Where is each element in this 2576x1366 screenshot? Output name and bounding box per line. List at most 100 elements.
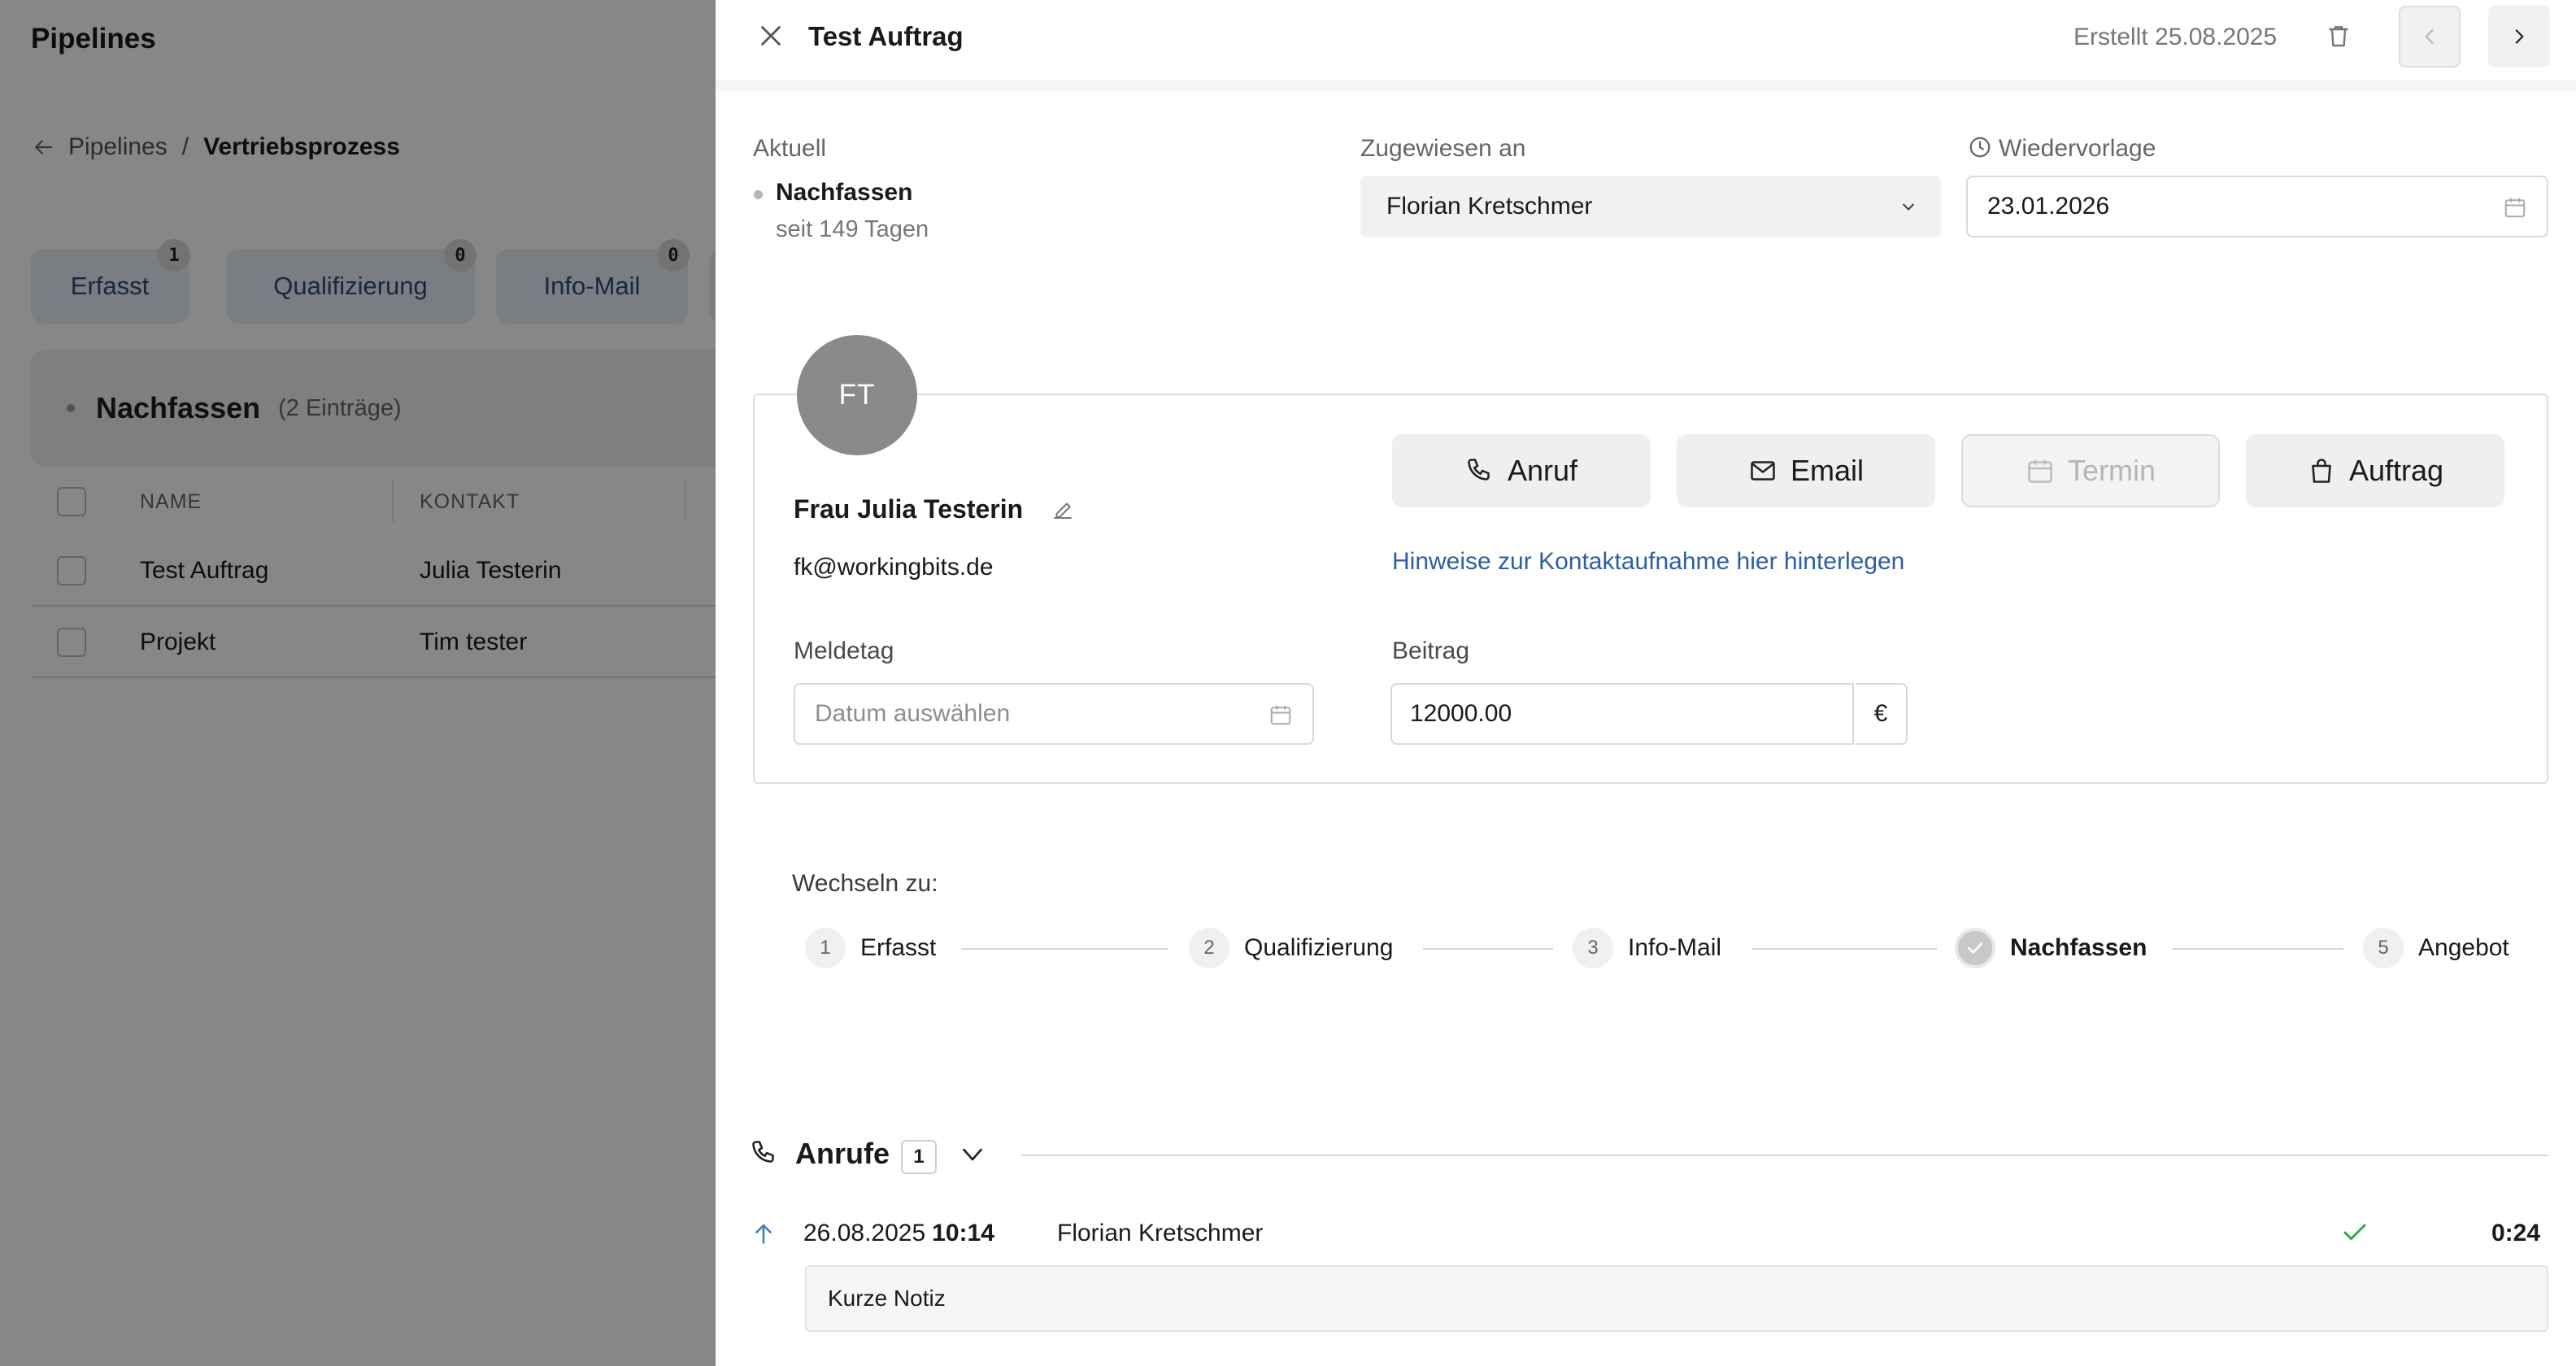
check-icon [2343,1224,2366,1240]
drawer-header: Test Auftrag Erstellt 25.08.2025 [716,0,2576,91]
column-header-name[interactable]: NAME [140,490,202,514]
table-row[interactable]: Test Auftrag Julia Testerin [31,537,716,607]
step-current-marker [1955,928,1995,968]
step-label: Qualifizierung [1244,934,1394,961]
row-contact: Tim tester [420,629,528,655]
step-angebot[interactable]: 5 Angebot [2363,927,2509,969]
report-day-input[interactable]: Datum auswählen [794,683,1314,745]
stage-tab-info-mail[interactable]: Info-Mail 0 [496,239,690,324]
amount-input[interactable]: 12000.00 [1390,683,1854,745]
row-checkbox[interactable] [57,628,86,657]
chevron-down-icon [1903,203,1914,211]
close-button[interactable] [753,18,789,54]
stage-tab-erfasst[interactable]: Erfasst 1 [31,239,190,324]
previous-button[interactable] [2399,6,2461,67]
order-button-label: Auftrag [2348,454,2444,487]
step-number: 5 [2363,928,2404,968]
check-icon [1968,942,1982,954]
step-connector [1423,948,1553,950]
appointment-button[interactable]: Termin [1961,434,2220,507]
calls-count-badge: 1 [901,1140,937,1174]
order-button[interactable]: Auftrag [2246,434,2504,507]
delete-button[interactable] [2322,18,2355,54]
appointment-button-label: Termin [2067,454,2156,487]
call-date: 26.08.2025 [803,1220,926,1246]
mail-icon [1751,461,1775,481]
arrow-up-icon [755,1224,772,1244]
assignee-select[interactable]: Florian Kretschmer [1360,176,1941,237]
stage-tab-count: 0 [657,239,690,272]
row-name: Test Auftrag [140,557,269,584]
step-connector [2173,948,2343,950]
report-day-placeholder: Datum auswählen [815,700,1011,727]
call-datetime: 26.08.2025 10:14 [803,1220,994,1247]
step-number: 3 [1573,928,1613,968]
step-nachfassen[interactable]: Nachfassen [1955,927,2147,969]
calendar-icon [1270,705,1291,725]
stage-group-header[interactable]: Nachfassen (2 Einträge) [31,350,716,467]
amount-value: 12000.00 [1410,700,1512,727]
current-label: Aktuell [753,135,827,162]
step-connector [961,948,1168,950]
amount-label: Beitrag [1392,637,1470,664]
step-erfasst[interactable]: 1 Erfasst [805,927,936,969]
step-label: Erfasst [860,934,937,961]
assigned-label: Zugewiesen an [1360,135,1526,162]
call-duration: 0:24 [2491,1220,2541,1246]
step-label: Angebot [2418,934,2509,961]
step-qualifizierung[interactable]: 2 Qualifizierung [1189,927,1393,969]
call-button[interactable]: Anruf [1392,434,1651,507]
followup-date-value: 23.01.2026 [1987,193,2110,220]
followup-date-input[interactable]: 23.01.2026 [1966,176,2548,237]
step-number: 1 [805,928,846,968]
call-note[interactable]: Kurze Notiz [805,1265,2548,1332]
group-dot [67,404,75,412]
step-label: Info-Mail [1628,934,1722,961]
chevron-left-icon [2425,29,2434,44]
step-label: Nachfassen [2010,934,2147,961]
table-header: NAME KONTAKT [31,478,716,525]
created-date: Erstellt 25.08.2025 [2073,24,2278,50]
contact-hint-link[interactable]: Hinweise zur Kontaktaufnahme hier hinter… [1392,548,1904,576]
clock-icon [1969,137,1991,158]
email-button-label: Email [1790,454,1865,487]
detail-drawer: Test Auftrag Erstellt 25.08.2025 Aktuell… [716,0,2576,1366]
phone-icon [1468,459,1490,481]
current-stage: Nachfassen [776,179,913,206]
calls-section-title: Anrufe [795,1137,890,1170]
breadcrumb-parent[interactable]: Pipelines [68,133,168,161]
stage-tab-label: Info-Mail [543,272,641,300]
column-divider [392,481,394,522]
calendar-icon [2028,459,2052,483]
contact-email[interactable]: fk@workingbits.de [794,554,994,581]
stage-tab-qualifizierung[interactable]: Qualifizierung 0 [226,239,476,324]
row-contact: Julia Testerin [420,557,562,584]
table-row[interactable]: Projekt Tim tester [31,608,716,678]
currency-addon: € [1856,683,1908,745]
call-button-label: Anruf [1507,454,1578,487]
next-button[interactable] [2488,6,2550,67]
status-dot [754,190,763,199]
row-checkbox[interactable] [57,556,86,585]
breadcrumb: Pipelines / Vertriebsprozess [31,133,400,161]
column-header-contact[interactable]: KONTAKT [420,490,520,514]
contact-name: Frau Julia Testerin [794,494,1024,524]
stage-tab-label: Erfasst [70,272,150,300]
trash-icon [2329,26,2348,47]
select-all-checkbox[interactable] [57,487,86,516]
step-connector [1751,948,1937,950]
arrow-left-icon[interactable] [31,135,55,159]
chevron-right-icon [2515,29,2524,44]
step-info-mail[interactable]: 3 Info-Mail [1573,927,1721,969]
avatar: FT [797,335,917,455]
chevron-down-icon[interactable] [958,1140,987,1169]
assignee-value: Florian Kretschmer [1386,193,1593,220]
switch-to-label: Wechseln zu: [792,870,938,897]
step-number: 2 [1189,928,1229,968]
row-name: Projekt [140,629,216,655]
email-button[interactable]: Email [1677,434,1935,507]
section-divider [1021,1155,2548,1156]
call-time: 10:14 [932,1220,994,1246]
edit-icon[interactable] [1051,498,1075,522]
current-since: seit 149 Tagen [776,216,929,242]
